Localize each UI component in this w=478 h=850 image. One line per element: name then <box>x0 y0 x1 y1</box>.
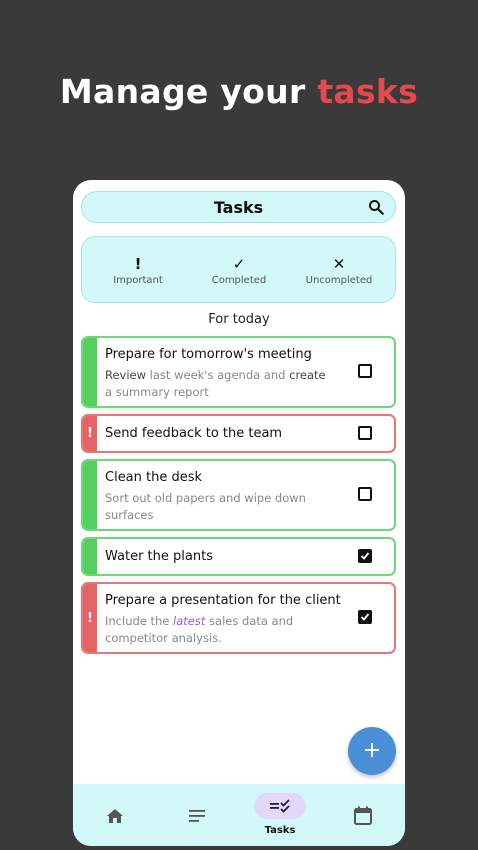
check-icon <box>360 552 370 560</box>
filter-label: Important <box>113 275 163 286</box>
task-description: Include the latest sales data and compet… <box>105 613 335 647</box>
headline-accent: tasks <box>317 72 419 111</box>
screen-title: Tasks <box>213 198 264 217</box>
close-icon: ✕ <box>332 255 346 273</box>
task-title: Prepare a presentation for the client <box>105 593 341 608</box>
headline-prefix: Manage your <box>59 72 318 111</box>
tasks-icon <box>270 799 290 813</box>
filter-label: Uncompleted <box>305 275 373 286</box>
task-title: Water the plants <box>105 549 213 564</box>
task-title: Clean the desk <box>105 470 203 485</box>
task-title: Prepare for tomorrow's meeting <box>105 347 312 362</box>
task-card[interactable]: ! Prepare a presentation for the client … <box>81 582 396 654</box>
desc-text: last week's agenda and <box>146 368 290 382</box>
important-icon: ! <box>87 611 93 626</box>
filter-completed[interactable]: ✓ Completed <box>189 255 289 286</box>
section-title: For today <box>208 312 270 327</box>
calendar-icon[interactable] <box>345 798 381 834</box>
home-icon[interactable] <box>97 798 133 834</box>
task-checkbox-checked[interactable] <box>358 549 372 563</box>
add-task-button[interactable]: + <box>348 727 396 775</box>
desc-highlight: latest <box>173 614 206 628</box>
task-card[interactable]: Prepare for tomorrow's meeting Review la… <box>81 336 396 408</box>
check-icon <box>360 613 370 621</box>
filter-label: Completed <box>211 275 267 286</box>
task-checkbox[interactable] <box>358 487 372 501</box>
filter-important[interactable]: ! Important <box>88 255 188 286</box>
task-title: Send feedback to the team <box>105 426 283 441</box>
task-checkbox-checked[interactable] <box>358 610 372 624</box>
search-icon[interactable] <box>367 198 385 216</box>
task-status-bar <box>83 539 97 574</box>
task-status-bar <box>83 461 97 529</box>
nav-item-label: Tasks <box>264 825 296 836</box>
task-status-bar <box>83 338 97 406</box>
check-icon: ✓ <box>232 255 246 273</box>
task-description: Review last week's agenda and create a s… <box>105 367 335 401</box>
desc-word: create <box>289 368 326 382</box>
task-description: Sort out old papers and wipe down surfac… <box>105 491 306 522</box>
headline: Manage your tasks <box>0 72 478 111</box>
task-card[interactable]: Clean the desk Sort out old papers and w… <box>81 459 396 531</box>
desc-word: Review <box>105 368 147 382</box>
app-screen: Tasks ! Important ✓ Completed ✕ Uncomple… <box>73 180 405 846</box>
filter-panel: ! Important ✓ Completed ✕ Uncompleted <box>81 236 396 303</box>
task-card[interactable]: ! Send feedback to the team <box>81 414 396 453</box>
task-checkbox[interactable] <box>358 364 372 378</box>
desc-text: Include the <box>105 614 174 628</box>
bottom-navigation: Tasks <box>73 784 405 846</box>
filter-uncompleted[interactable]: ✕ Uncompleted <box>289 255 389 286</box>
top-app-bar: Tasks <box>81 191 396 223</box>
notes-icon[interactable] <box>179 798 215 834</box>
exclamation-icon: ! <box>134 255 142 273</box>
task-card[interactable]: Water the plants <box>81 537 396 576</box>
important-icon: ! <box>87 426 93 441</box>
task-checkbox[interactable] <box>358 426 372 440</box>
